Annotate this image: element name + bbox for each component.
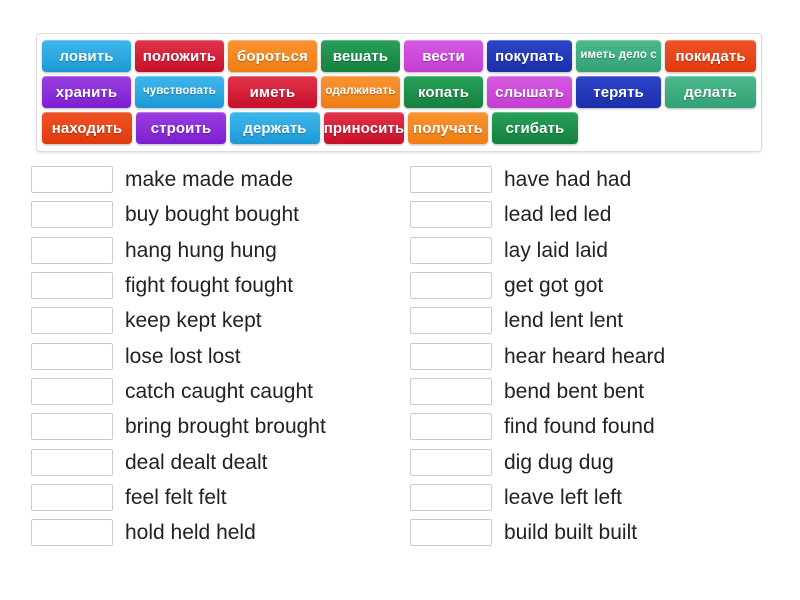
answer-text: bring brought brought <box>125 415 326 439</box>
answer-drop-slot[interactable] <box>31 448 113 476</box>
answer-drop-slot[interactable] <box>410 307 492 335</box>
answer-text: hold held held <box>125 521 256 545</box>
answer-text: make made made <box>125 168 294 192</box>
answer-text: build built built <box>504 521 638 545</box>
answer-drop-slot[interactable] <box>31 236 113 264</box>
answer-drop-slot[interactable] <box>410 236 492 264</box>
word-tile[interactable]: слышать <box>487 76 573 108</box>
answer-drop-slot[interactable] <box>410 413 492 441</box>
answer-row: feel felt felt <box>31 480 406 515</box>
answer-text: deal dealt dealt <box>125 450 268 474</box>
answer-drop-slot[interactable] <box>410 272 492 300</box>
word-tile[interactable]: вешать <box>320 40 400 72</box>
answer-row: catch caught caught <box>31 374 406 409</box>
answer-text: leave left left <box>504 485 622 509</box>
word-tile[interactable]: копать <box>403 76 484 108</box>
answer-drop-slot[interactable] <box>410 201 492 229</box>
answer-drop-slot[interactable] <box>31 377 113 405</box>
word-tile[interactable]: делать <box>665 76 757 108</box>
answer-drop-slot[interactable] <box>31 307 113 335</box>
word-tile[interactable]: иметь дело с <box>576 40 662 72</box>
answer-row: hold held held <box>31 515 406 550</box>
answer-drop-slot[interactable] <box>410 448 492 476</box>
tile-row: ловить положить бороться вешать вести покупат… <box>42 40 757 72</box>
answer-text: have had had <box>504 168 632 192</box>
answer-text: hang hung hung <box>125 238 277 262</box>
answer-row: find found found <box>410 409 785 444</box>
answer-text: buy bought bought <box>125 203 299 227</box>
word-tile[interactable]: строить <box>136 112 226 144</box>
answer-text: lead led led <box>504 203 612 227</box>
answer-row: lay laid laid <box>410 233 785 268</box>
answer-row: make made made <box>31 162 406 197</box>
word-tile-bank: ловить положить бороться вешать вести покупат… <box>36 33 762 152</box>
word-tile[interactable]: чувствовать <box>134 76 224 108</box>
answer-drop-slot[interactable] <box>31 342 113 370</box>
word-tile[interactable]: одалживать <box>320 76 400 108</box>
answer-text: hear heard heard <box>504 344 666 368</box>
answer-row: lead led led <box>410 197 785 232</box>
word-tile[interactable]: иметь <box>227 76 317 108</box>
word-tile[interactable]: приносить <box>324 112 404 144</box>
answer-drop-slot[interactable] <box>410 377 492 405</box>
answer-row: fight fought fought <box>31 268 406 303</box>
answer-text: catch caught caught <box>125 379 313 403</box>
answer-row: deal dealt dealt <box>31 444 406 479</box>
answer-row: keep kept kept <box>31 303 406 338</box>
answer-row: lose lost lost <box>31 338 406 373</box>
answer-text: bend bent bent <box>504 379 645 403</box>
answer-drop-slot[interactable] <box>31 519 113 547</box>
answer-text: lay laid laid <box>504 238 608 262</box>
answer-row: hear heard heard <box>410 338 785 373</box>
tile-row: находить строить держать приносить получать с… <box>42 112 756 144</box>
answer-text: dig dug dug <box>504 450 614 474</box>
word-tile[interactable]: находить <box>42 112 132 144</box>
answer-drop-slot[interactable] <box>410 342 492 370</box>
word-tile[interactable]: получать <box>408 112 488 144</box>
word-tile[interactable]: положить <box>134 40 224 72</box>
answer-column-left: make made made buy bought bought hang hung… <box>31 162 406 550</box>
answer-text: find found found <box>504 415 655 439</box>
word-tile[interactable]: вести <box>403 40 484 72</box>
answer-text: get got got <box>504 274 604 298</box>
answer-drop-slot[interactable] <box>31 413 113 441</box>
word-tile[interactable]: хранить <box>42 76 131 108</box>
answer-drop-slot[interactable] <box>410 483 492 511</box>
answer-row: get got got <box>410 268 785 303</box>
word-tile[interactable]: держать <box>230 112 320 144</box>
word-tile[interactable]: покупать <box>487 40 573 72</box>
answer-row: bring brought brought <box>31 409 406 444</box>
answer-drop-slot[interactable] <box>31 483 113 511</box>
answer-row: have had had <box>410 162 785 197</box>
answer-drop-slot[interactable] <box>410 519 492 547</box>
tile-row: хранить чувствовать иметь одалживать копать с… <box>42 76 757 108</box>
answer-text: keep kept kept <box>125 309 262 333</box>
answer-column-right: have had had lead led led lay laid laid get… <box>410 162 785 550</box>
answer-text: lose lost lost <box>125 344 241 368</box>
answer-drop-slot[interactable] <box>31 272 113 300</box>
answer-row: buy bought bought <box>31 197 406 232</box>
answer-text: feel felt felt <box>125 485 227 509</box>
word-tile[interactable]: ловить <box>42 40 131 72</box>
answer-drop-slot[interactable] <box>31 201 113 229</box>
answer-row: lend lent lent <box>410 303 785 338</box>
word-tile[interactable]: сгибать <box>492 112 578 144</box>
answer-text: lend lent lent <box>504 309 624 333</box>
answer-row: bend bent bent <box>410 374 785 409</box>
word-tile[interactable]: бороться <box>227 40 317 72</box>
word-tile[interactable]: терять <box>576 76 662 108</box>
answer-drop-slot[interactable] <box>31 166 113 194</box>
answer-row: leave left left <box>410 480 785 515</box>
answer-text: fight fought fought <box>125 274 294 298</box>
answer-row: hang hung hung <box>31 233 406 268</box>
answer-row: dig dug dug <box>410 444 785 479</box>
answer-drop-slot[interactable] <box>410 166 492 194</box>
answer-row: build built built <box>410 515 785 550</box>
word-tile[interactable]: покидать <box>665 40 757 72</box>
